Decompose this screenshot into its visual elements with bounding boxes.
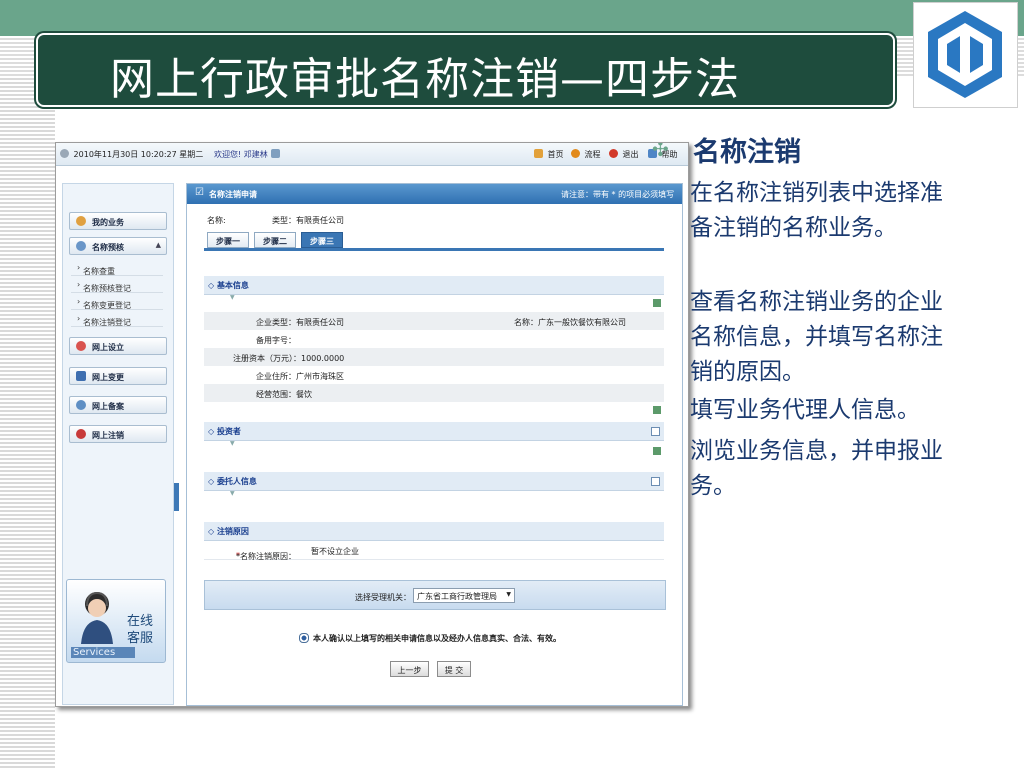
online-service-banner[interactable]: 在线 客服 Services	[66, 579, 166, 663]
nav-online-record[interactable]: 网上备案	[69, 396, 167, 414]
collapse-arrow-icon: ▲	[155, 241, 161, 249]
panel-header: ☑ 名称注销申请 请注意：带有 * 的项目必须填写	[187, 184, 682, 204]
setup-icon	[76, 341, 86, 351]
confirm-radio[interactable]	[299, 633, 309, 643]
nav-online-change[interactable]: 网上变更	[69, 367, 167, 385]
step-description-3: 填写业务代理人信息。	[690, 397, 920, 423]
logout-link[interactable]: 退出	[609, 149, 639, 160]
basic-info-header[interactable]: ◇ 基本信息	[204, 276, 664, 295]
recycle-icon: ✣	[652, 142, 669, 161]
expand-arrow-icon: ▼	[230, 440, 235, 447]
logo	[913, 2, 1018, 108]
info-row: 企业住所：广州市海珠区	[256, 372, 344, 381]
green-marker-icon	[653, 299, 661, 307]
panel-title: 名称注销申请	[209, 190, 257, 199]
step-divider	[204, 248, 664, 251]
flow-icon	[571, 149, 580, 158]
flow-link[interactable]: 流程	[571, 149, 601, 160]
green-marker-icon	[653, 447, 661, 455]
slide-title: 网上行政审批名称注销—四步法	[110, 54, 740, 105]
home-icon	[534, 149, 543, 158]
info-row: 备用字号：	[256, 336, 296, 345]
required-note: 请注意：带有 * 的项目必须填写	[561, 190, 675, 199]
app-screenshot: 2010年11月30日 10:20:27 星期二 欢迎您! 邓建林 首页 流程 …	[55, 142, 689, 707]
expand-arrow-icon: ▼	[230, 490, 235, 497]
sub-item-change-register[interactable]: › 名称变更登记	[71, 294, 163, 310]
home-link[interactable]: 首页	[534, 149, 564, 160]
checkbox-icon: ☑	[195, 187, 204, 198]
nav-my-business[interactable]: 我的业务	[69, 212, 167, 230]
sidebar-collapse-handle[interactable]	[174, 483, 179, 511]
sub-item-cancel-register[interactable]: › 名称注销登记	[71, 311, 163, 327]
expand-arrow-icon: ▼	[230, 294, 235, 301]
sub-item-preapproval-register[interactable]: › 名称预核登记	[71, 277, 163, 293]
background-stripes	[0, 0, 55, 768]
main-panel: ☑ 名称注销申请 请注意：带有 * 的项目必须填写 名称: 类型：有限责任公司 …	[186, 183, 683, 706]
expand-plus-icon[interactable]	[651, 477, 660, 486]
user-icon	[76, 216, 86, 226]
customer-service-icon	[81, 591, 113, 644]
cancel-reason-header[interactable]: ◇ 注销原因	[204, 522, 664, 541]
section-heading: 名称注销	[693, 137, 801, 168]
step-description-2: 查看名称注销业务的企业名称信息，并填写名称注销的原因。	[690, 289, 943, 385]
user-card-icon	[271, 149, 282, 159]
nav-online-cancel[interactable]: 网上注销	[69, 425, 167, 443]
agent-info-header[interactable]: ◇ 委托人信息	[204, 472, 664, 491]
welcome-user[interactable]: 欢迎您! 邓建林	[214, 149, 268, 160]
type-label: 类型：有限责任公司	[272, 216, 344, 225]
submit-button[interactable]: 提 交	[437, 661, 471, 677]
nav-online-setup[interactable]: 网上设立	[69, 337, 167, 355]
cancel-reason-value[interactable]: 暂不设立企业	[311, 546, 359, 557]
investors-header[interactable]: ◇ 投资者	[204, 422, 664, 441]
prev-step-button[interactable]: 上一步	[390, 661, 429, 677]
close-icon	[609, 149, 618, 158]
info-row: 经营范围：餐饮	[204, 384, 664, 402]
record-icon	[76, 400, 86, 410]
hexagon-logo-icon	[928, 11, 1002, 98]
name-label: 名称:	[207, 216, 226, 225]
step-one-tab[interactable]: 步骤一	[207, 232, 249, 248]
green-marker-icon	[653, 406, 661, 414]
authority-select[interactable]: 广东省工商行政管理局 ▼	[413, 588, 515, 603]
cancel-icon	[76, 429, 86, 439]
clock-icon	[60, 149, 69, 158]
dropdown-arrow-icon: ▼	[506, 591, 511, 598]
authority-bar: 选择受理机关： 广东省工商行政管理局 ▼	[204, 580, 666, 610]
sub-item-name-check[interactable]: › 名称查重	[71, 260, 163, 276]
datetime: 2010年11月30日 10:20:27 星期二	[60, 149, 203, 160]
nav-name-preapproval[interactable]: 名称预核 ▲	[69, 237, 167, 255]
title-banner: 网上行政审批名称注销—四步法	[36, 33, 895, 107]
step-description-1: 在名称注销列表中选择准备注销的名称业务。	[690, 180, 943, 241]
left-nav: 我的业务 名称预核 ▲ › 名称查重 › 名称预核登记 › 名称变更登记 › 名…	[62, 183, 174, 705]
info-row: 注册资本（万元）：1000.0000	[204, 348, 664, 366]
expand-plus-icon[interactable]	[651, 427, 660, 436]
step-two-tab[interactable]: 步骤二	[254, 232, 296, 248]
user-group-icon	[76, 241, 86, 251]
step-description-4: 浏览业务信息，并申报业务。	[690, 438, 943, 499]
step-three-tab[interactable]: 步骤三	[301, 232, 343, 248]
edit-icon	[76, 371, 86, 381]
confirm-text: 本人确认以上填写的相关申请信息以及经办人信息真实、合法、有效。	[313, 634, 561, 643]
system-bar: 2010年11月30日 10:20:27 星期二 欢迎您! 邓建林 首页 流程 …	[56, 143, 688, 166]
info-row: 企业类型：有限责任公司 名称：广东一般饮餐饮有限公司	[204, 312, 664, 330]
cancel-reason-row: * *名称注销原因： 暂不设立企业	[204, 541, 664, 561]
